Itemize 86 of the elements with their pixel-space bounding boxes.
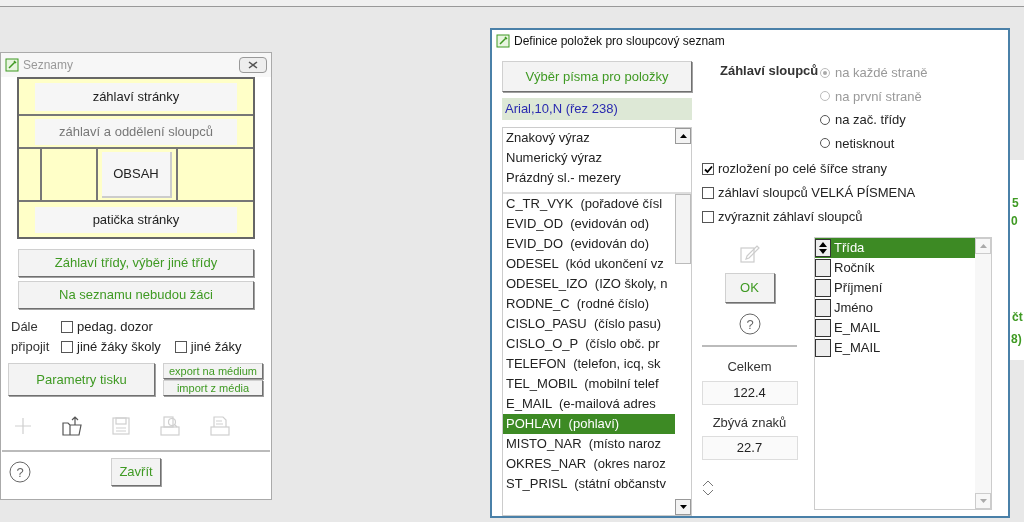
list-item[interactable]: POHLAVI (pohlaví)	[503, 414, 675, 434]
column-item[interactable]: E_MAIL	[815, 338, 975, 358]
checkbox[interactable]	[174, 341, 187, 353]
close-icon	[248, 61, 258, 69]
field-list[interactable]	[502, 127, 692, 516]
column-name: Jméno	[834, 299, 874, 318]
attach-label: Dále připojit	[11, 318, 51, 356]
edit-icon	[496, 34, 510, 48]
list-item[interactable]: EVID_DO (evidován do)	[503, 234, 675, 254]
scrollbar-thumb[interactable]	[675, 194, 691, 264]
chevron-up-down-icon[interactable]	[702, 480, 714, 496]
window-title: Seznamy	[23, 57, 75, 74]
scroll-up-button[interactable]	[675, 128, 691, 144]
column-item[interactable]: Jméno	[815, 298, 975, 318]
column-item[interactable]: Příjmení	[815, 278, 975, 298]
column-name: Příjmení	[834, 279, 883, 298]
checkbox-label: zvýraznit záhlaví sloupců	[718, 208, 863, 227]
list-item[interactable]: RODNE_C (rodné číslo)	[503, 294, 675, 314]
checkbox-label: záhlaví sloupců VELKÁ PÍSMENA	[718, 184, 916, 203]
column-name: E_MAIL	[834, 339, 881, 358]
font-label: Arial,10,N (řez 238)	[502, 98, 692, 120]
caret-down-icon	[679, 505, 687, 509]
text-fragment: 5	[1011, 195, 1020, 212]
checkbox[interactable]	[815, 299, 831, 317]
column-item[interactable]: Ročník	[815, 258, 975, 278]
checkbox[interactable]	[815, 319, 831, 337]
checkbox[interactable]	[815, 259, 831, 277]
scroll-down-button[interactable]	[675, 499, 691, 515]
column-header-button[interactable]: záhlaví a oddělení sloupců	[35, 118, 237, 145]
total-label: Celkem	[727, 358, 772, 376]
column-header-label: Záhlaví sloupců	[719, 62, 820, 80]
list-item[interactable]: Prázdný sl.- mezery	[506, 168, 675, 188]
list-item[interactable]: E_MAIL (e-mailová adres	[503, 394, 675, 414]
column-item[interactable]: E_MAIL	[815, 318, 975, 338]
checkbox[interactable]	[702, 163, 714, 175]
page-footer-button[interactable]: patička stránky	[35, 206, 237, 233]
list-item[interactable]: CISLO_O_P (číslo obč. pr	[503, 334, 675, 354]
content-button[interactable]: OBSAH	[102, 151, 172, 198]
list-item[interactable]: Numerický výraz	[506, 148, 675, 168]
checkbox-label: rozložení po celé šířce strany	[718, 160, 888, 179]
checkbox[interactable]	[702, 211, 714, 223]
sort-arrows-icon[interactable]	[815, 239, 831, 257]
list-item[interactable]: CISLO_PASU (číslo pasu)	[503, 314, 675, 334]
checkbox-label: jiné žáky školy	[77, 338, 161, 357]
caret-up-icon	[679, 134, 687, 138]
column-name: Třída	[834, 239, 865, 258]
checkbox[interactable]	[61, 341, 73, 353]
list-item[interactable]: EVID_OD (evidován od)	[503, 214, 675, 234]
remaining-label: Zbývá znaků	[712, 413, 787, 432]
list-item[interactable]: OKRES_NAR (okres naroz	[503, 454, 675, 474]
caret-down-icon	[979, 499, 987, 503]
caret-up-icon	[979, 244, 987, 248]
checkbox-label: jiné žáky	[190, 338, 242, 357]
help-icon[interactable]: ?	[738, 313, 761, 335]
list-item[interactable]: TELEFON (telefon, icq, sk	[503, 354, 675, 374]
column-name: Ročník	[834, 259, 875, 278]
checkbox[interactable]	[702, 187, 714, 199]
help-icon[interactable]: ?	[9, 461, 31, 483]
folder-upload-icon[interactable]	[62, 416, 82, 436]
radio-label: na každé straně	[835, 64, 928, 82]
checkbox[interactable]	[61, 321, 73, 333]
text-fragment: čt	[1011, 309, 1024, 326]
list-item[interactable]: ODESEL_IZO (IZO školy, n	[503, 274, 675, 294]
total-field: 122.4	[701, 380, 798, 405]
checkbox[interactable]	[815, 279, 831, 297]
list-item[interactable]: ODESEL (kód ukončení vz	[503, 254, 675, 274]
remaining-field: 22.7	[701, 436, 798, 460]
list-item[interactable]: C_TR_VYK (pořadové čísl	[503, 194, 675, 214]
column-name: E_MAIL	[834, 319, 881, 338]
text-fragment: 8)	[1010, 331, 1023, 348]
list-item[interactable]: Znakový výraz	[506, 128, 675, 148]
radio-label: netisknout	[835, 134, 895, 153]
window-title: Definice položek pro sloupcový seznam	[514, 33, 725, 50]
close-button[interactable]	[239, 57, 267, 73]
checkbox-label: pedag. dozor	[77, 318, 153, 337]
column-list[interactable]: Třída Ročník Příjmení Jméno E_MAIL E_MAIL	[814, 237, 992, 510]
list-item[interactable]: MISTO_NAR (místo naroz	[503, 434, 675, 454]
page-header-button[interactable]: záhlaví stránky	[35, 82, 237, 111]
text-fragment: 0	[1010, 213, 1019, 230]
radio-label: na první straně	[835, 87, 922, 106]
list-item[interactable]: ST_PRISL (státní občanstv	[503, 474, 675, 494]
radio-label: na zač. třídy	[835, 111, 906, 129]
checkbox[interactable]	[815, 339, 831, 357]
column-item[interactable]: Třída	[815, 238, 975, 258]
list-item[interactable]: TEL_MOBIL (mobilní telef	[503, 374, 675, 394]
edit-icon	[5, 58, 19, 72]
